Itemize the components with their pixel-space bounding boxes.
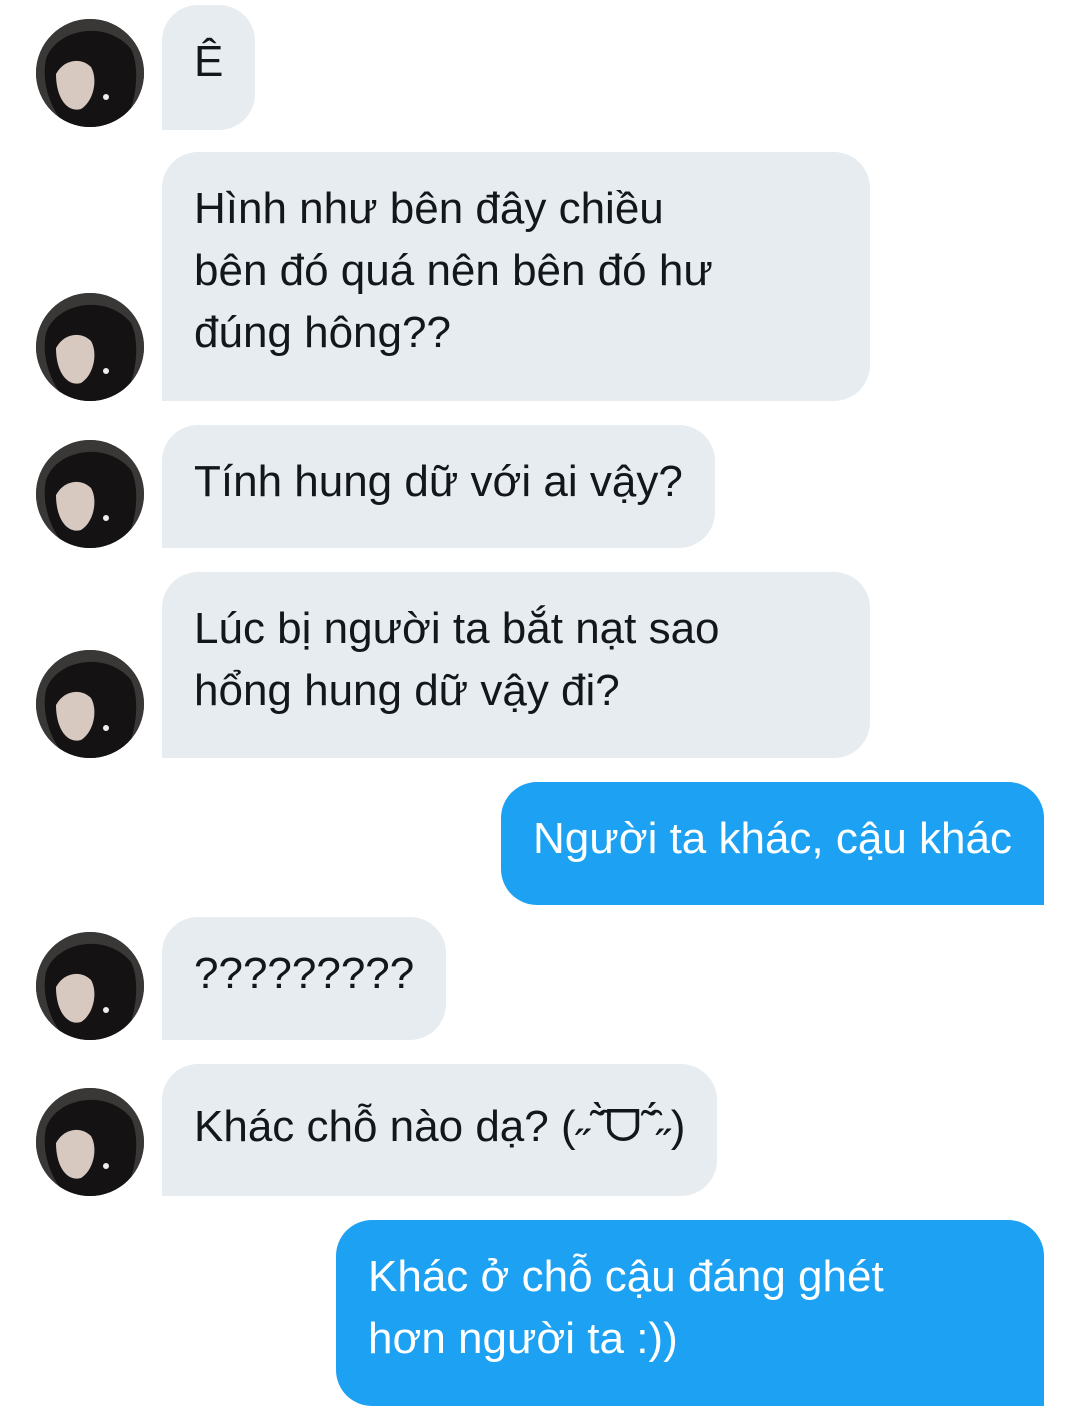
incoming-message-bubble[interactable]: Ê bbox=[162, 5, 256, 130]
avatar[interactable] bbox=[36, 650, 144, 758]
avatar-photo-icon bbox=[36, 19, 144, 127]
message-row: Ê bbox=[0, 5, 1080, 130]
avatar[interactable] bbox=[36, 440, 144, 548]
avatar-photo-icon bbox=[36, 440, 144, 548]
message-row: Khác ở chỗ cậu đáng ghét hơn người ta :)… bbox=[0, 1220, 1080, 1406]
avatar[interactable] bbox=[36, 1088, 144, 1196]
message-row: ????????? bbox=[0, 917, 1080, 1040]
message-row: Hình như bên đây chiều bên đó quá nên bê… bbox=[0, 152, 1080, 401]
avatar-photo-icon bbox=[36, 1088, 144, 1196]
incoming-message-bubble[interactable]: Lúc bị người ta bắt nạt sao hổng hung dữ… bbox=[162, 572, 870, 758]
message-row: Khác chỗ nào dạ? (˶˜̑̀ᗜ˜̑́˶) bbox=[0, 1064, 1080, 1196]
avatar[interactable] bbox=[36, 932, 144, 1040]
message-thread: Ê Hình như bên đây chiều bên đó quá nên … bbox=[0, 0, 1080, 1409]
outgoing-message-bubble[interactable]: Khác ở chỗ cậu đáng ghét hơn người ta :)… bbox=[336, 1220, 1044, 1406]
incoming-message-bubble[interactable]: Hình như bên đây chiều bên đó quá nên bê… bbox=[162, 152, 870, 401]
avatar-photo-icon bbox=[36, 293, 144, 401]
outgoing-message-bubble[interactable]: Người ta khác, cậu khác bbox=[501, 782, 1044, 905]
avatar[interactable] bbox=[36, 293, 144, 401]
message-row: Lúc bị người ta bắt nạt sao hổng hung dữ… bbox=[0, 572, 1080, 758]
message-row: Người ta khác, cậu khác bbox=[0, 782, 1080, 905]
incoming-message-bubble[interactable]: Khác chỗ nào dạ? (˶˜̑̀ᗜ˜̑́˶) bbox=[162, 1064, 718, 1196]
avatar-photo-icon bbox=[36, 650, 144, 758]
avatar[interactable] bbox=[36, 19, 144, 127]
incoming-message-bubble[interactable]: Tính hung dữ với ai vậy? bbox=[162, 425, 715, 548]
message-row: Tính hung dữ với ai vậy? bbox=[0, 425, 1080, 548]
incoming-message-bubble[interactable]: ????????? bbox=[162, 917, 447, 1040]
avatar-photo-icon bbox=[36, 932, 144, 1040]
